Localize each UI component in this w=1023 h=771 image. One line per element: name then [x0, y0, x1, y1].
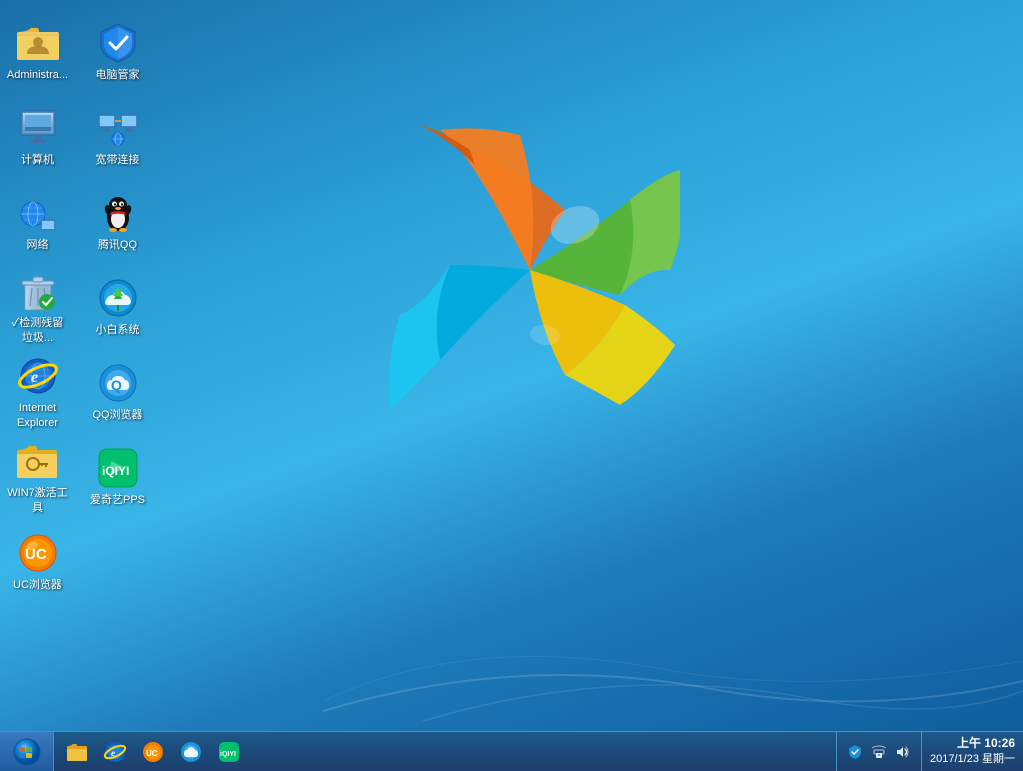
win7activate-label: WIN7激活工具 — [7, 486, 68, 515]
desktop-icons-area: Administra... 电脑管家 — [0, 10, 155, 605]
ucbrowser-label: UC浏览器 — [13, 578, 62, 592]
broadband-icon — [97, 107, 139, 149]
xiaobai-icon — [97, 277, 139, 319]
network-icon — [17, 192, 59, 234]
desktop-icon-administrator[interactable]: Administra... — [0, 10, 75, 95]
broadband-label: 宽带连接 — [96, 153, 140, 167]
desktop-icon-win7activate[interactable]: WIN7激活工具 — [0, 435, 75, 520]
trash-icon — [17, 270, 59, 312]
desktop-icon-qqbrowser[interactable]: Q QQ浏览器 — [80, 350, 155, 435]
start-button[interactable] — [0, 732, 54, 771]
desktop-icon-iqiyi[interactable]: iQIYI 爱奇艺PPS — [80, 435, 155, 520]
win7activate-icon — [17, 440, 59, 482]
computer-icon — [17, 107, 59, 149]
administrator-icon — [17, 22, 59, 64]
desktop-icon-xiaobai[interactable]: 小白系统 — [80, 265, 155, 350]
desktop-icon-ucbrowser[interactable]: UC UC浏览器 — [0, 520, 75, 605]
time-display: 上午 10:26 — [957, 735, 1015, 752]
taskbar-icon-uc[interactable]: UC — [135, 734, 171, 770]
date-display: 2017/1/23 星期一 — [930, 752, 1015, 767]
computer-label: 计算机 — [21, 153, 54, 167]
jianguan-label: 电脑管家 — [96, 68, 140, 82]
desktop-icon-qq[interactable]: 腾讯QQ — [80, 180, 155, 265]
qqbrowser-icon: Q — [97, 362, 139, 404]
svg-text:e: e — [31, 369, 38, 386]
taskbar-icon-explorer[interactable] — [59, 734, 95, 770]
desktop-icon-computer[interactable]: 计算机 — [0, 95, 75, 180]
tray-security-icon[interactable] — [845, 742, 865, 762]
system-tray — [836, 732, 921, 771]
qq-icon — [97, 192, 139, 234]
jianguan-icon — [97, 22, 139, 64]
svg-text:UC: UC — [146, 749, 158, 758]
desktop-icon-broadband[interactable]: 宽带连接 — [80, 95, 155, 180]
desktop: Administra... 电脑管家 — [0, 0, 1023, 771]
qqbrowser-label: QQ浏览器 — [92, 408, 142, 422]
ie-label: InternetExplorer — [17, 401, 58, 430]
iqiyi-icon: iQIYI — [97, 447, 139, 489]
network-label: 网络 — [27, 238, 49, 252]
desktop-icon-trash[interactable]: ✓检测残留垃圾... — [0, 265, 75, 350]
decorative-curves — [323, 531, 1023, 731]
ucbrowser-icon: UC — [17, 532, 59, 574]
desktop-icon-ie[interactable]: e InternetExplorer — [0, 350, 75, 435]
qq-label: 腾讯QQ — [98, 238, 137, 252]
ie-icon: e — [17, 355, 59, 397]
taskbar: e UC — [0, 731, 1023, 771]
start-orb-icon — [13, 738, 41, 766]
windows-logo — [380, 120, 680, 420]
xiaobai-label: 小白系统 — [96, 323, 140, 337]
trash-label: ✓检测残留垃圾... — [12, 316, 64, 345]
clock-area[interactable]: 上午 10:26 2017/1/23 星期一 — [921, 732, 1023, 771]
tray-volume-icon[interactable] — [893, 742, 913, 762]
taskbar-icon-iqiyi[interactable]: iQIYI — [211, 734, 247, 770]
taskbar-icon-ie[interactable]: e — [97, 734, 133, 770]
desktop-icon-network[interactable]: 网络 — [0, 180, 75, 265]
svg-text:Q: Q — [111, 377, 122, 393]
iqiyi-label: 爱奇艺PPS — [90, 493, 145, 507]
svg-text:iQIYI: iQIYI — [220, 751, 236, 758]
tray-network-icon[interactable] — [869, 742, 889, 762]
desktop-icon-jianguan[interactable]: 电脑管家 — [80, 10, 155, 95]
taskbar-quicklaunch: e UC — [54, 732, 252, 771]
administrator-label: Administra... — [7, 68, 68, 82]
taskbar-icon-qqbrowser[interactable] — [173, 734, 209, 770]
svg-text:e: e — [111, 748, 115, 758]
